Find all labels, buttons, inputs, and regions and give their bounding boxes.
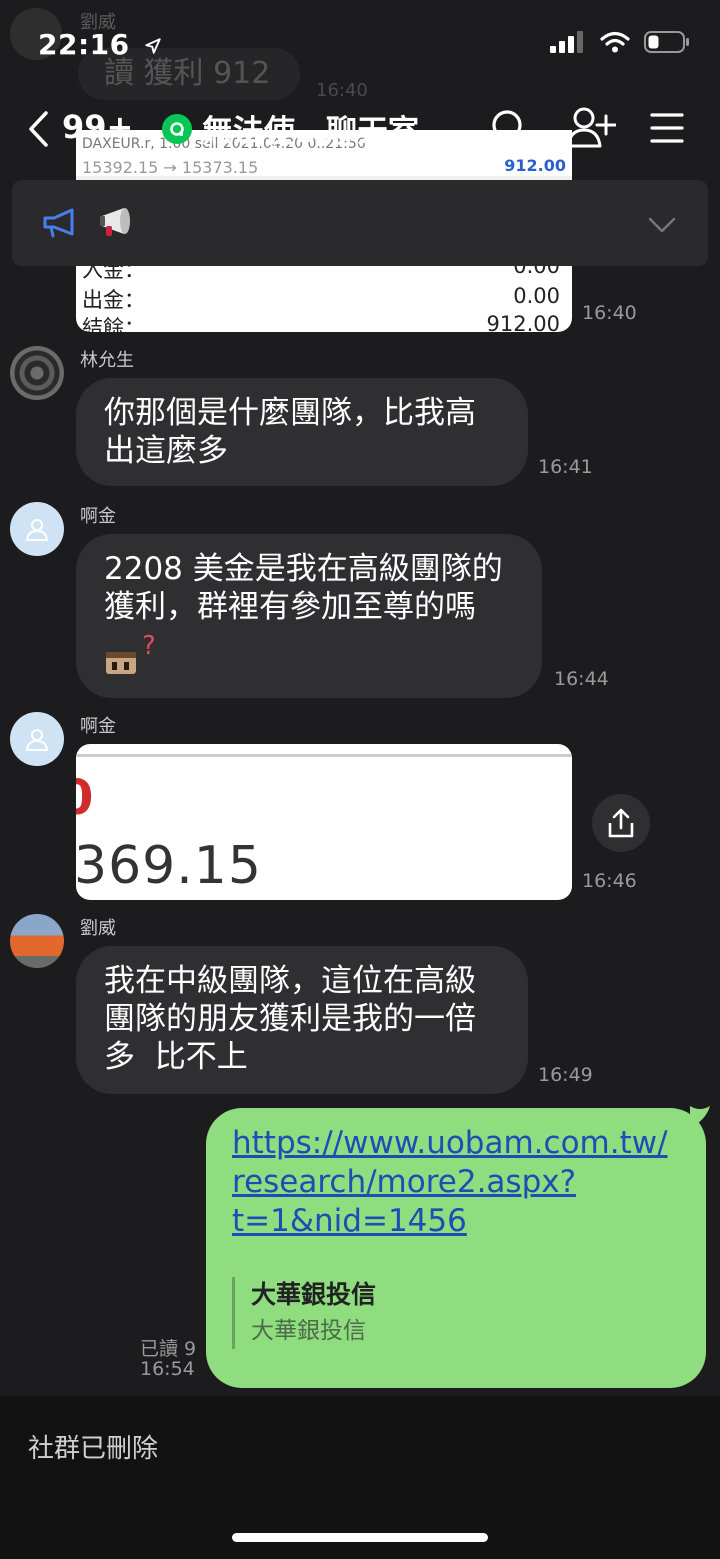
receipt-row-1-value: 912.00 <box>504 156 566 175</box>
message-link[interactable]: https://www.uobam.com.tw/ <box>232 1124 680 1163</box>
message-time: 16:40 <box>582 302 637 324</box>
link-preview-subtitle: 大華銀投信 <box>251 1318 366 1344</box>
message-text: 團隊的朋友獲利是我的一倍 <box>104 1001 476 1037</box>
share-icon <box>608 808 634 838</box>
message-text: 你那個是什麼團隊，比我高 <box>104 395 476 431</box>
avatar[interactable] <box>10 914 64 968</box>
chat-title-text: 無法使…聊天室 <box>202 114 419 150</box>
sender-name: 啊金 <box>80 506 116 527</box>
svg-text:?: ? <box>142 631 156 661</box>
receipt-line-withdraw: 出金： 0.00 <box>82 284 560 312</box>
message-text: 獲利，群裡有參加至尊的嗎 <box>104 589 476 625</box>
unread-count[interactable]: 99+ <box>62 108 133 146</box>
back-chevron-icon[interactable] <box>26 110 52 148</box>
megaphone-outline-icon <box>43 208 74 238</box>
chat-title[interactable]: 無法使…聊天室 <box>162 106 419 151</box>
location-arrow-icon <box>145 38 161 54</box>
sender-name: 啊金 <box>80 716 116 737</box>
message-text: 出這麼多 <box>104 433 228 469</box>
message-text: 2208 美金是我在高級團隊的 <box>104 551 503 587</box>
megaphone-emoji-icon <box>100 208 130 236</box>
message-time: 16:44 <box>554 668 609 690</box>
receipt-image[interactable]: 入金： 0.00 出金： 0.00 結餘： 912.00 <box>76 266 572 332</box>
bubble-tail <box>690 1106 710 1128</box>
default-user-icon <box>25 519 49 541</box>
menu-icon[interactable] <box>650 112 684 144</box>
message-time: 16:46 <box>582 870 637 892</box>
share-button[interactable] <box>592 794 650 852</box>
message-text: 多 比不上 <box>104 1039 248 1075</box>
image-red-number: 0 <box>76 770 94 826</box>
avatar[interactable] <box>10 346 64 400</box>
avatar[interactable] <box>10 712 64 766</box>
receipt-row-2: 15392.15 → 15373.15 <box>82 158 259 177</box>
link-preview[interactable]: 大華銀投信 大華銀投信 <box>232 1277 680 1349</box>
sender-name: 林允生 <box>80 350 134 371</box>
openchat-badge-icon <box>162 113 192 144</box>
message-bubble[interactable]: 我在中級團隊，這位在高級 團隊的朋友獲利是我的一倍 多 比不上 <box>76 946 528 1094</box>
message-bubble[interactable]: 2208 美金是我在高級團隊的 獲利，群裡有參加至尊的嗎 ? <box>76 534 542 698</box>
message-time: 16:49 <box>538 1064 593 1086</box>
message-link[interactable]: t=1&nid=1456 <box>232 1202 680 1241</box>
link-preview-title: 大華銀投信 <box>251 1280 377 1309</box>
receipt-line-balance: 結餘： 912.00 <box>82 312 560 332</box>
battery-icon <box>644 31 689 53</box>
add-friend-icon[interactable] <box>566 106 616 148</box>
shared-image[interactable]: 0 369.15 <box>76 744 572 900</box>
signal-icon <box>550 31 583 53</box>
chevron-down-icon[interactable] <box>648 216 676 234</box>
image-value: 369.15 <box>76 836 262 896</box>
status-icons <box>550 30 690 54</box>
sender-name: 劉威 <box>80 918 116 939</box>
ghost-time: 16:40 <box>316 80 368 101</box>
thinking-emoji-icon: ? <box>106 631 156 674</box>
community-deleted-notice: 社群已刪除 <box>28 1434 159 1464</box>
message-text: 我在中級團隊，這位在高級 <box>104 963 476 999</box>
image-divider <box>76 754 572 757</box>
status-time: 22:16 <box>38 28 162 61</box>
search-icon[interactable] <box>490 108 530 148</box>
wifi-icon <box>600 31 630 53</box>
message-bubble[interactable]: 你那個是什麼團隊，比我高 出這麼多 <box>76 378 528 486</box>
my-message-bubble[interactable]: https://www.uobam.com.tw/ research/more2… <box>206 1108 706 1388</box>
message-time: 16:54 <box>140 1358 195 1380</box>
receipt-line-deposit: 入金： 0.00 <box>82 266 560 282</box>
avatar[interactable] <box>10 502 64 556</box>
default-user-icon <box>25 729 49 751</box>
message-time: 16:41 <box>538 456 593 478</box>
home-indicator[interactable] <box>232 1533 488 1542</box>
read-receipt: 已讀 9 <box>140 1338 197 1360</box>
message-link[interactable]: research/more2.aspx? <box>232 1163 680 1202</box>
announcement-bar[interactable] <box>12 180 708 266</box>
